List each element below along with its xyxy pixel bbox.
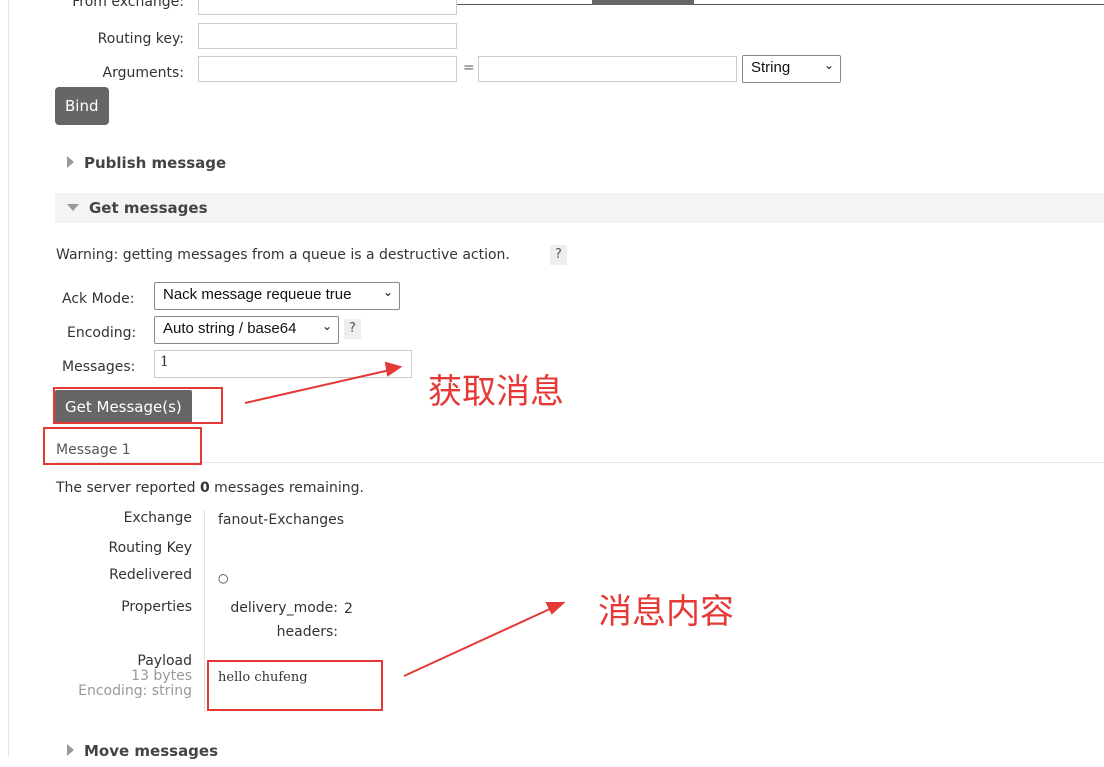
- annotation-message-content: 消息内容: [598, 592, 734, 632]
- annotation-get-message: 获取消息: [428, 372, 564, 412]
